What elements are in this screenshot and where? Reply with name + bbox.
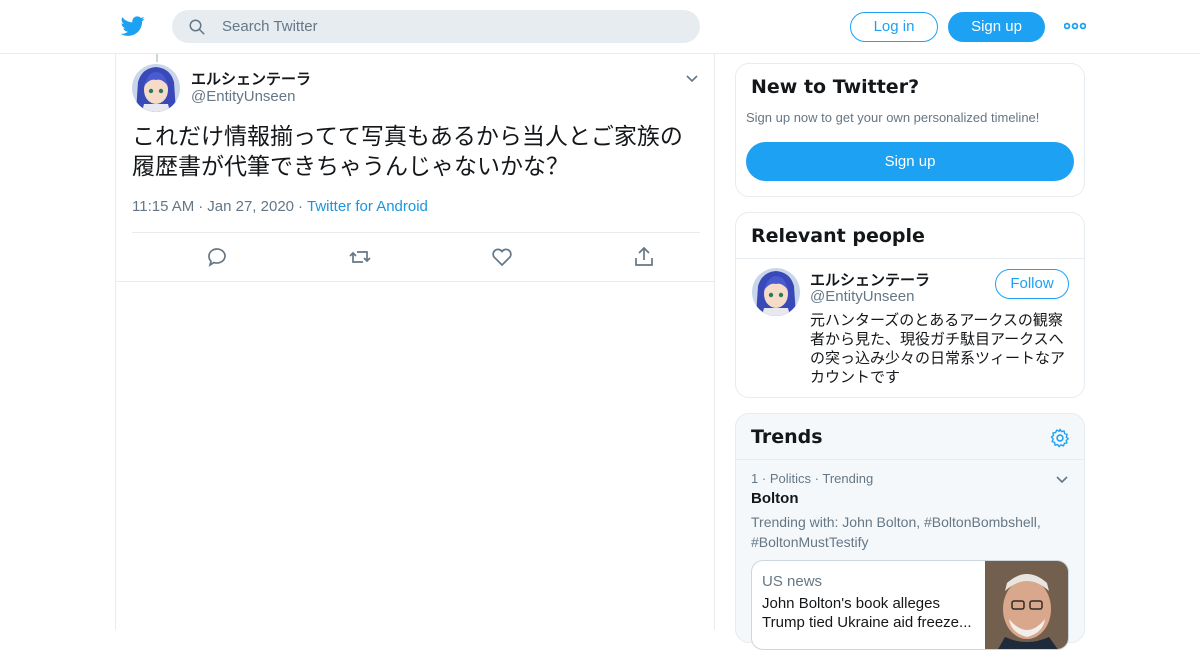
chevron-down-icon[interactable] [684, 70, 700, 86]
news-source: US news [762, 573, 823, 590]
avatar-anime-character-icon [132, 64, 180, 112]
avatar[interactable] [132, 64, 180, 112]
more-dots-icon[interactable] [1064, 19, 1086, 33]
signup-button-large[interactable]: Sign up [746, 142, 1074, 181]
twitter-bird-icon[interactable] [120, 14, 146, 38]
card-title: New to Twitter? [751, 76, 920, 98]
meta-separator: · [814, 471, 819, 486]
avatar-anime-character-icon [752, 268, 800, 316]
tweet-column: エルシェンテーラ @EntityUnseen これだけ情報揃ってて写真もあるから… [115, 54, 715, 630]
search-input[interactable] [222, 10, 682, 43]
share-icon[interactable] [632, 245, 656, 269]
relevant-people-card: Relevant people エルシェンテーラ @EntityUnseen F… [735, 212, 1085, 398]
gear-icon[interactable] [1049, 427, 1071, 449]
tweet-meta: 11:15 AM · Jan 27, 2020 · Twitter for Androi… [132, 198, 428, 215]
card-subtitle: Sign up now to get your own personalized… [746, 110, 1040, 125]
news-photo-icon [985, 561, 1068, 649]
trend-trending-with: Trending with: John Bolton, #BoltonBombs… [751, 514, 1041, 550]
tweet-author-name[interactable]: エルシェンテーラ [191, 68, 311, 89]
person-bio: 元ハンターズのとあるアークスの観察者から見た、現役ガチ駄目アークスへの突っ込み少… [810, 311, 1066, 386]
news-headline: John Bolton's book alleges Trump tied Uk… [762, 595, 972, 631]
trend-category: Politics [769, 471, 812, 486]
meta-separator: · [198, 198, 204, 215]
new-to-twitter-card: New to Twitter? Sign up now to get your … [735, 63, 1085, 197]
person-name[interactable]: エルシェンテーラ [810, 269, 930, 290]
search-icon [189, 19, 205, 35]
retweet-icon[interactable] [348, 245, 372, 269]
divider [736, 258, 1084, 259]
meta-separator: · [298, 198, 304, 215]
signup-button[interactable]: Sign up [948, 12, 1045, 42]
divider [736, 459, 1084, 460]
tweet-actions [132, 232, 700, 282]
divider [116, 281, 714, 282]
trend-rank: 1 [751, 471, 759, 486]
avatar[interactable] [752, 268, 800, 316]
trend-name[interactable]: Bolton [751, 490, 798, 507]
trend-status: Trending [822, 471, 874, 486]
person-handle[interactable]: @EntityUnseen [810, 288, 914, 305]
tweet-date[interactable]: Jan 27, 2020 [207, 198, 294, 215]
top-nav-bar: Log in Sign up [0, 0, 1200, 54]
trend-meta: 1 · Politics · Trending [751, 471, 873, 486]
card-title: Trends [751, 426, 823, 448]
reply-icon[interactable] [206, 245, 230, 269]
tweet-source-link[interactable]: Twitter for Android [307, 198, 428, 215]
news-card[interactable]: US news John Bolton's book alleges Trump… [751, 560, 1069, 650]
follow-button[interactable]: Follow [995, 269, 1069, 299]
login-button[interactable]: Log in [850, 12, 938, 42]
chevron-down-icon[interactable] [1054, 471, 1070, 487]
trends-card: Trends 1 · Politics · Trending Bolton Tr… [735, 413, 1085, 650]
tweet-author-handle[interactable]: @EntityUnseen [191, 88, 295, 105]
like-icon[interactable] [490, 245, 514, 269]
tweet-text: これだけ情報揃ってて写真もあるから当人とご家族の履歴書が代筆できちゃうんじゃない… [132, 124, 683, 180]
thread-connector-line [156, 54, 158, 62]
search-box[interactable] [172, 10, 700, 43]
tweet-time[interactable]: 11:15 AM [132, 198, 194, 215]
meta-separator: · [761, 471, 767, 486]
card-title: Relevant people [751, 225, 925, 247]
